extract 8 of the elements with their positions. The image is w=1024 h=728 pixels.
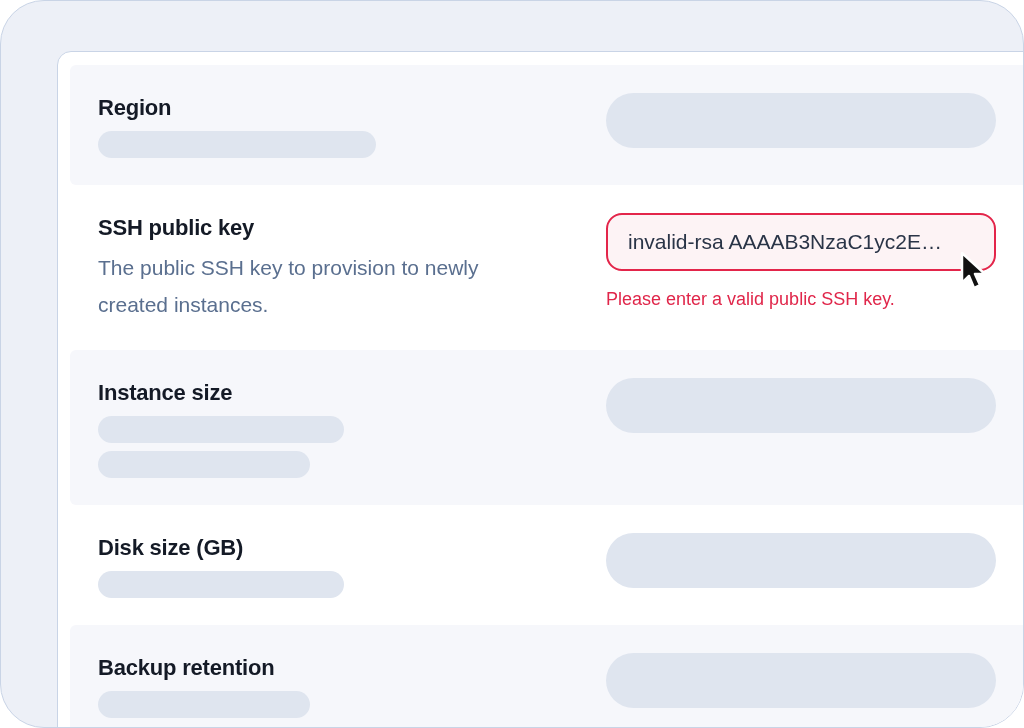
setting-description: The public SSH key to provision to newly created instances. [98,255,480,318]
setting-label: Region [98,94,173,122]
setting-label: SSH public key [98,214,256,242]
input-field[interactable]: invalid-rsa AAAAB3NzaC1yc2E… [606,213,996,271]
error-message: Please enter a valid public SSH key. [606,288,896,311]
setting-label: Backup retention [98,654,276,682]
setting-label: Disk size (GB) [98,534,245,562]
setting-label: Instance size [98,379,234,407]
